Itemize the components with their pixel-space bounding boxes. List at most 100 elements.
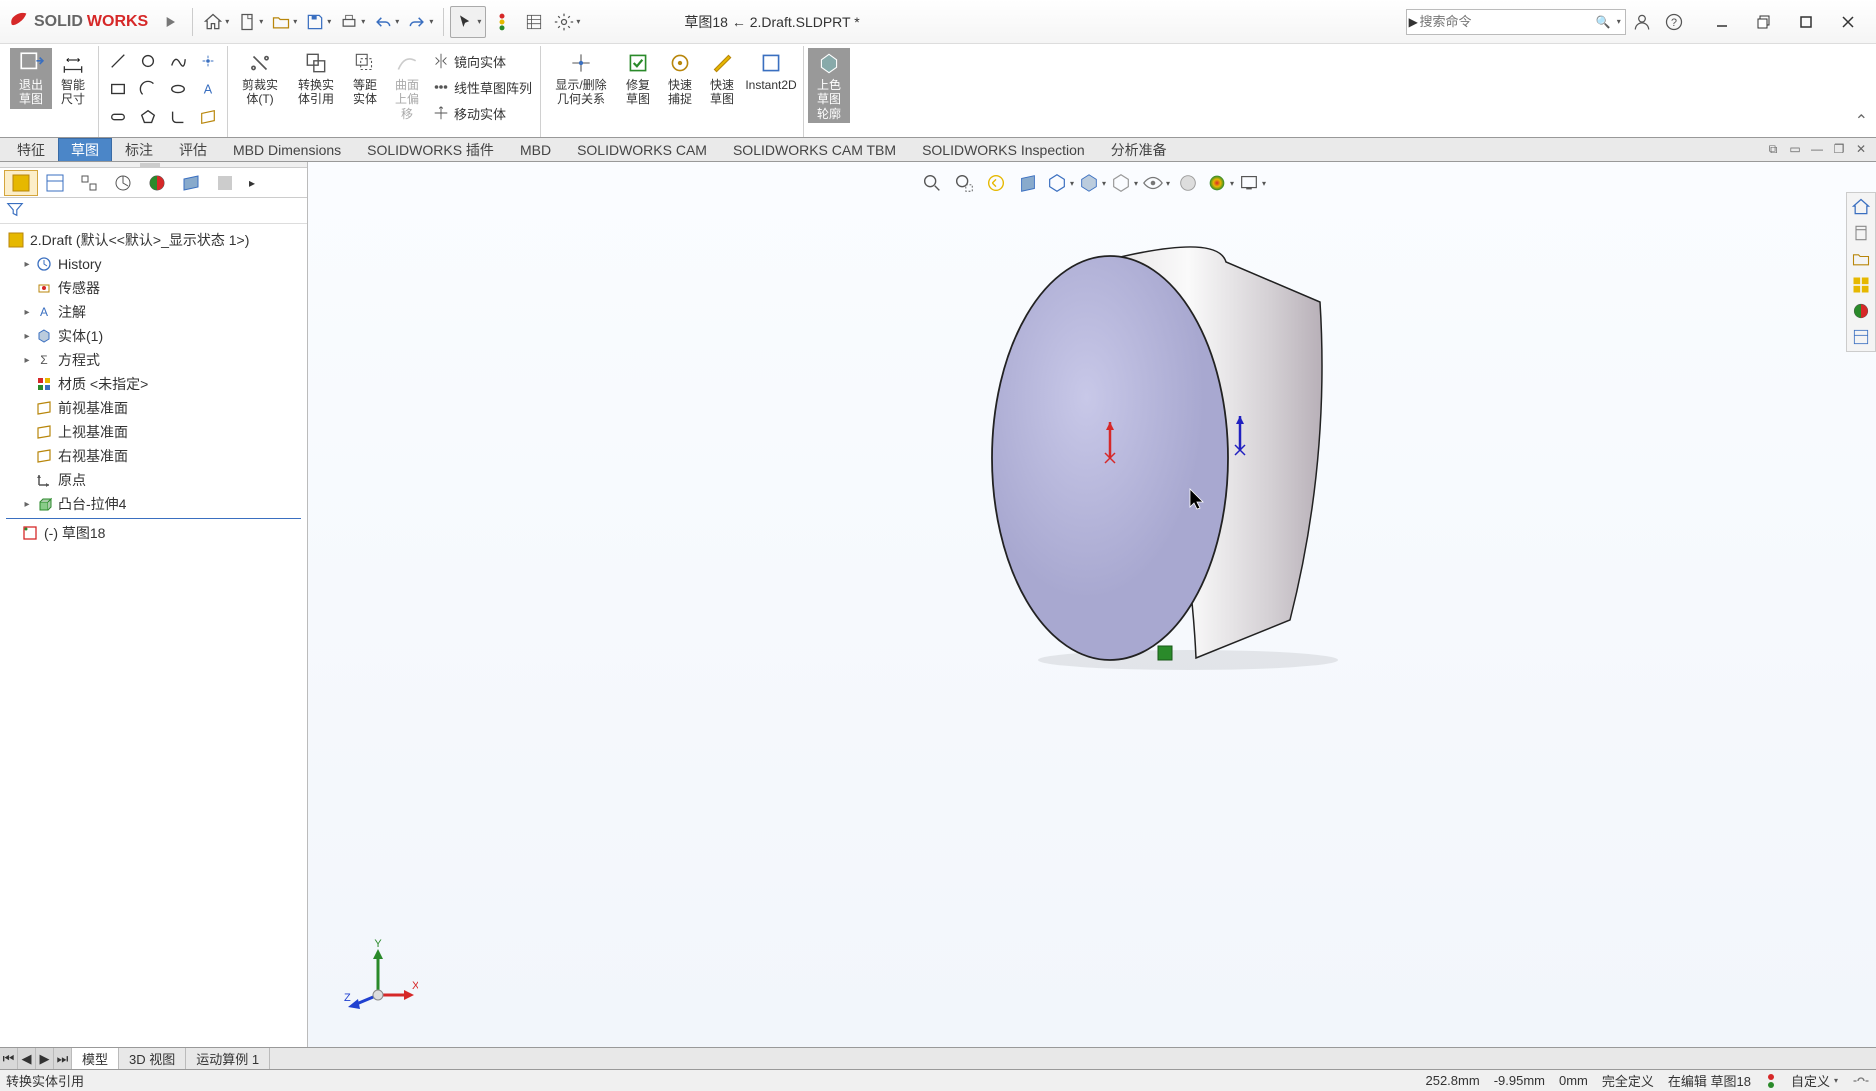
play-button[interactable] — [154, 6, 186, 38]
tree-expand-icon[interactable]: ▸ — [20, 355, 34, 366]
taskpane-library-icon[interactable] — [1849, 221, 1873, 245]
taskpane-properties-icon[interactable] — [1849, 325, 1873, 349]
ribbon-tab[interactable]: 标注 — [112, 138, 166, 161]
zoom-area-icon[interactable] — [950, 170, 978, 196]
doc-tile-icon[interactable]: ⧉ — [1764, 140, 1782, 158]
ribbon-tab[interactable]: MBD Dimensions — [220, 138, 354, 161]
search-box[interactable]: ▶ 🔍 ▾ — [1406, 9, 1626, 35]
appearance-icon[interactable] — [1174, 170, 1202, 196]
line-tool[interactable] — [103, 48, 133, 74]
tree-item[interactable]: 前视基准面 — [2, 396, 305, 420]
doc-restore-icon[interactable]: ❐ — [1830, 140, 1848, 158]
offset-button[interactable]: 等距 实体 — [344, 48, 386, 109]
help-button[interactable]: ? — [1658, 6, 1690, 38]
ribbon-tab[interactable]: 草图 — [58, 138, 112, 161]
shade-outline-button[interactable]: 上色 草图 轮廓 — [808, 48, 850, 123]
tree-expand-icon[interactable]: ▸ — [20, 307, 34, 318]
home-button[interactable]: ▾ — [199, 6, 233, 38]
options-button[interactable] — [518, 6, 550, 38]
redo-button[interactable]: ▾ — [403, 6, 437, 38]
doc-minimize-icon[interactable]: — — [1808, 140, 1826, 158]
text-tool[interactable]: A — [193, 76, 223, 102]
view-triad[interactable]: Y X Z — [338, 937, 418, 1017]
tree-filter[interactable] — [0, 198, 307, 224]
doc-close-icon[interactable]: ✕ — [1852, 140, 1870, 158]
print-button[interactable]: ▾ — [335, 6, 369, 38]
save-button[interactable]: ▾ — [301, 6, 335, 38]
render-icon[interactable]: ▾ — [1238, 170, 1266, 196]
undo-button[interactable]: ▾ — [369, 6, 403, 38]
search-icon[interactable]: 🔍 — [1596, 15, 1611, 29]
display-style-icon[interactable]: ▾ — [1078, 170, 1106, 196]
taskpane-home-icon[interactable] — [1849, 195, 1873, 219]
fillet-tool[interactable] — [163, 104, 193, 130]
instant2d-button[interactable]: Instant2D — [743, 48, 799, 94]
tree-item[interactable]: ▸凸台-拉伸4 — [2, 492, 305, 516]
convert-entities-button[interactable]: 转换实 体引用 — [288, 48, 344, 109]
plane-tool[interactable] — [193, 104, 223, 130]
ribbon-tab[interactable]: SOLIDWORKS CAM — [564, 138, 720, 161]
tree-item[interactable]: ▸实体(1) — [2, 324, 305, 348]
scene-icon[interactable]: ▾ — [1206, 170, 1234, 196]
viewport[interactable]: ▾ ▾ ▾ ▾ ▾ ▾ — [308, 162, 1876, 1047]
doc-cascade-icon[interactable]: ▭ — [1786, 140, 1804, 158]
exit-sketch-button[interactable]: 退出 草图 — [10, 48, 52, 109]
circle-tool[interactable] — [133, 48, 163, 74]
settings-button[interactable]: ▾ — [550, 6, 584, 38]
ribbon-tab[interactable]: 特征 — [4, 138, 58, 161]
dimxpert-tab[interactable] — [106, 170, 140, 196]
ribbon-tab[interactable]: MBD — [507, 138, 564, 161]
tree-item[interactable]: ▸History — [2, 252, 305, 276]
repair-sketch-button[interactable]: 修复 草图 — [617, 48, 659, 109]
tab-first-icon[interactable]: ⏮ — [0, 1048, 18, 1069]
property-manager-tab[interactable] — [38, 170, 72, 196]
status-link-icon[interactable] — [1852, 1074, 1870, 1088]
user-button[interactable] — [1626, 6, 1658, 38]
model-cylinder[interactable] — [988, 242, 1358, 682]
search-input[interactable] — [1420, 14, 1596, 29]
tree-expand-icon[interactable]: ▸ — [20, 499, 34, 510]
feature-tree-tab[interactable] — [4, 170, 38, 196]
trim-button[interactable]: 剪裁实 体(T) — [232, 48, 288, 109]
tab-next-icon[interactable]: ▶ — [36, 1048, 54, 1069]
spline-tool[interactable] — [163, 48, 193, 74]
eye-icon[interactable]: ▾ — [1142, 170, 1170, 196]
tree-current-sketch[interactable]: (-) 草图18 — [2, 521, 305, 545]
status-flag-icon[interactable] — [1765, 1073, 1777, 1089]
panel-more-tab[interactable]: ▸ — [242, 170, 262, 196]
config-manager-tab[interactable] — [72, 170, 106, 196]
arc-tool[interactable] — [133, 76, 163, 102]
status-custom[interactable]: 自定义 ▾ — [1791, 1071, 1838, 1090]
open-button[interactable]: ▾ — [267, 6, 301, 38]
quick-snap-button[interactable]: 快速 捕捉 — [659, 48, 701, 109]
tab-prev-icon[interactable]: ◀ — [18, 1048, 36, 1069]
quick-sketch-button[interactable]: 快速 草图 — [701, 48, 743, 109]
mirror-button[interactable]: 镜向实体 — [428, 48, 536, 74]
slot-tool[interactable] — [103, 104, 133, 130]
new-button[interactable]: ▾ — [233, 6, 267, 38]
ellipse-tool[interactable] — [163, 76, 193, 102]
linear-pattern-button[interactable]: 线性草图阵列 — [428, 74, 536, 100]
display-tab[interactable] — [174, 170, 208, 196]
appearance-tab[interactable] — [140, 170, 174, 196]
polygon-tool[interactable] — [133, 104, 163, 130]
close-button[interactable] — [1828, 6, 1868, 38]
maximize-button[interactable] — [1786, 6, 1826, 38]
ribbon-collapse-button[interactable]: ⌃ — [1855, 111, 1868, 131]
view-orient-icon[interactable]: ▾ — [1046, 170, 1074, 196]
ribbon-tab[interactable]: SOLIDWORKS 插件 — [354, 138, 507, 161]
tree-item[interactable]: 传感器 — [2, 276, 305, 300]
tree-item[interactable]: 原点 — [2, 468, 305, 492]
tree-expand-icon[interactable]: ▸ — [20, 331, 34, 342]
tree-item[interactable]: ▸A注解 — [2, 300, 305, 324]
taskpane-appearance-icon[interactable] — [1849, 299, 1873, 323]
ribbon-tab[interactable]: SOLIDWORKS Inspection — [909, 138, 1098, 161]
section-view-icon[interactable] — [1014, 170, 1042, 196]
ribbon-tab[interactable]: 评估 — [166, 138, 220, 161]
move-entities-button[interactable]: 移动实体 — [428, 100, 536, 126]
smart-dimension-button[interactable]: ⟷ 智能 尺寸 — [52, 48, 94, 109]
tab-last-icon[interactable]: ⏭ — [54, 1048, 72, 1069]
restore-button[interactable] — [1744, 6, 1784, 38]
ribbon-tab[interactable]: 分析准备 — [1098, 138, 1180, 161]
rectangle-tool[interactable] — [103, 76, 133, 102]
